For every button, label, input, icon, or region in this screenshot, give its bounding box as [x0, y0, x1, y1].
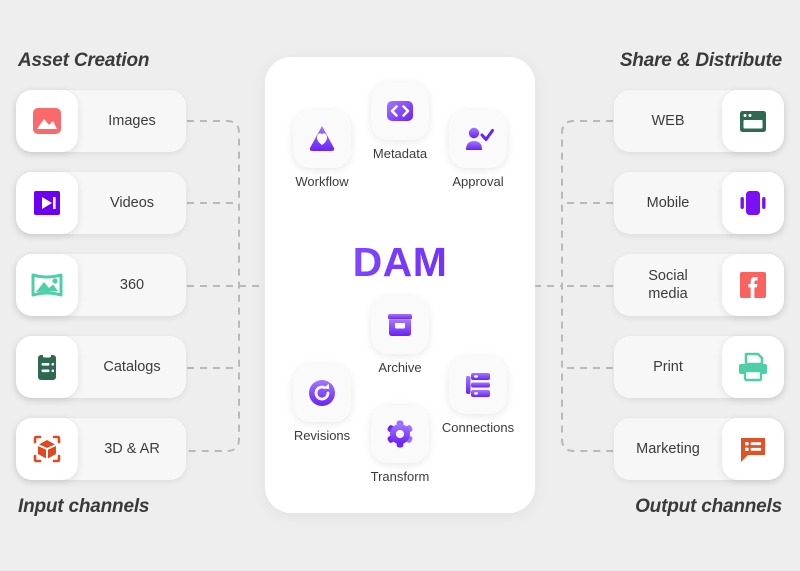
image-icon [16, 90, 78, 152]
facebook-icon [722, 254, 784, 316]
heading-output-channels: Output channels [635, 496, 782, 517]
feature-label: Transform [370, 469, 430, 484]
channel-card-3d-ar[interactable]: 3D & AR [16, 418, 186, 480]
feature-label: Workflow [295, 174, 349, 189]
video-play-icon [16, 172, 78, 234]
feature-revisions[interactable]: Revisions [279, 364, 365, 443]
feature-transform[interactable]: Transform [357, 405, 443, 484]
feature-connections[interactable]: Connections [435, 356, 521, 435]
channel-label: WEB [651, 112, 685, 129]
channel-label-line1: Social [648, 267, 688, 284]
feature-label: Revisions [293, 428, 351, 443]
heading-asset-creation: Asset Creation [18, 50, 150, 71]
channel-card-mobile[interactable]: Mobile [614, 172, 784, 234]
connector-left-trunk [187, 120, 240, 452]
channel-label: Images [108, 112, 156, 129]
gear-icon [371, 405, 429, 463]
diagram-canvas: Asset Creation Input channels Share & Di… [0, 0, 800, 571]
feature-label: Connections [441, 420, 515, 435]
feature-label: Approval [452, 174, 504, 189]
feature-approval[interactable]: Approval [435, 110, 521, 189]
input-channels-list: Images Videos 360 Catalogs 3D & AR [16, 90, 186, 480]
channel-card-videos[interactable]: Videos [16, 172, 186, 234]
channel-label: Social media [614, 267, 722, 303]
feature-label: Metadata [372, 146, 428, 161]
channel-card-print[interactable]: Print [614, 336, 784, 398]
dam-wordmark: DAM [265, 239, 535, 286]
mobile-phone-icon [722, 172, 784, 234]
channel-label: Marketing [636, 440, 700, 457]
sitemap-icon [449, 356, 507, 414]
refresh-circle-icon [293, 364, 351, 422]
channel-label: 360 [119, 276, 145, 293]
workflow-icon [293, 110, 351, 168]
channel-card-marketing[interactable]: Marketing [614, 418, 784, 480]
chat-list-icon [722, 418, 784, 480]
archive-box-icon [371, 296, 429, 354]
channel-label: Videos [109, 194, 155, 211]
channel-card-catalogs[interactable]: Catalogs [16, 336, 186, 398]
code-brackets-icon [371, 82, 429, 140]
channel-card-web[interactable]: WEB [614, 90, 784, 152]
browser-window-icon [722, 90, 784, 152]
output-channels-list: WEB Mobile Social media Print Marketing [614, 90, 784, 480]
feature-workflow[interactable]: Workflow [279, 110, 365, 189]
connector-right-trunk [561, 120, 613, 452]
feature-label: Archive [378, 360, 422, 375]
panorama-icon [16, 254, 78, 316]
channel-label: Print [653, 358, 683, 375]
heading-share-distribute: Share & Distribute [619, 50, 782, 71]
channel-card-social-media[interactable]: Social media [614, 254, 784, 316]
channel-card-360[interactable]: 360 [16, 254, 186, 316]
ar-cube-icon [16, 418, 78, 480]
channel-label-line2: media [648, 286, 688, 302]
dam-core-panel: Workflow Metadata Approval Archive Revis… [265, 57, 535, 513]
user-check-icon [449, 110, 507, 168]
channel-label: 3D & AR [104, 440, 160, 457]
feature-archive[interactable]: Archive [357, 296, 443, 375]
channel-card-images[interactable]: Images [16, 90, 186, 152]
heading-input-channels: Input channels [18, 496, 150, 517]
channel-label: Catalogs [103, 358, 161, 375]
channel-label: Mobile [646, 194, 690, 211]
feature-metadata[interactable]: Metadata [357, 82, 443, 161]
clipboard-icon [16, 336, 78, 398]
printer-icon [722, 336, 784, 398]
